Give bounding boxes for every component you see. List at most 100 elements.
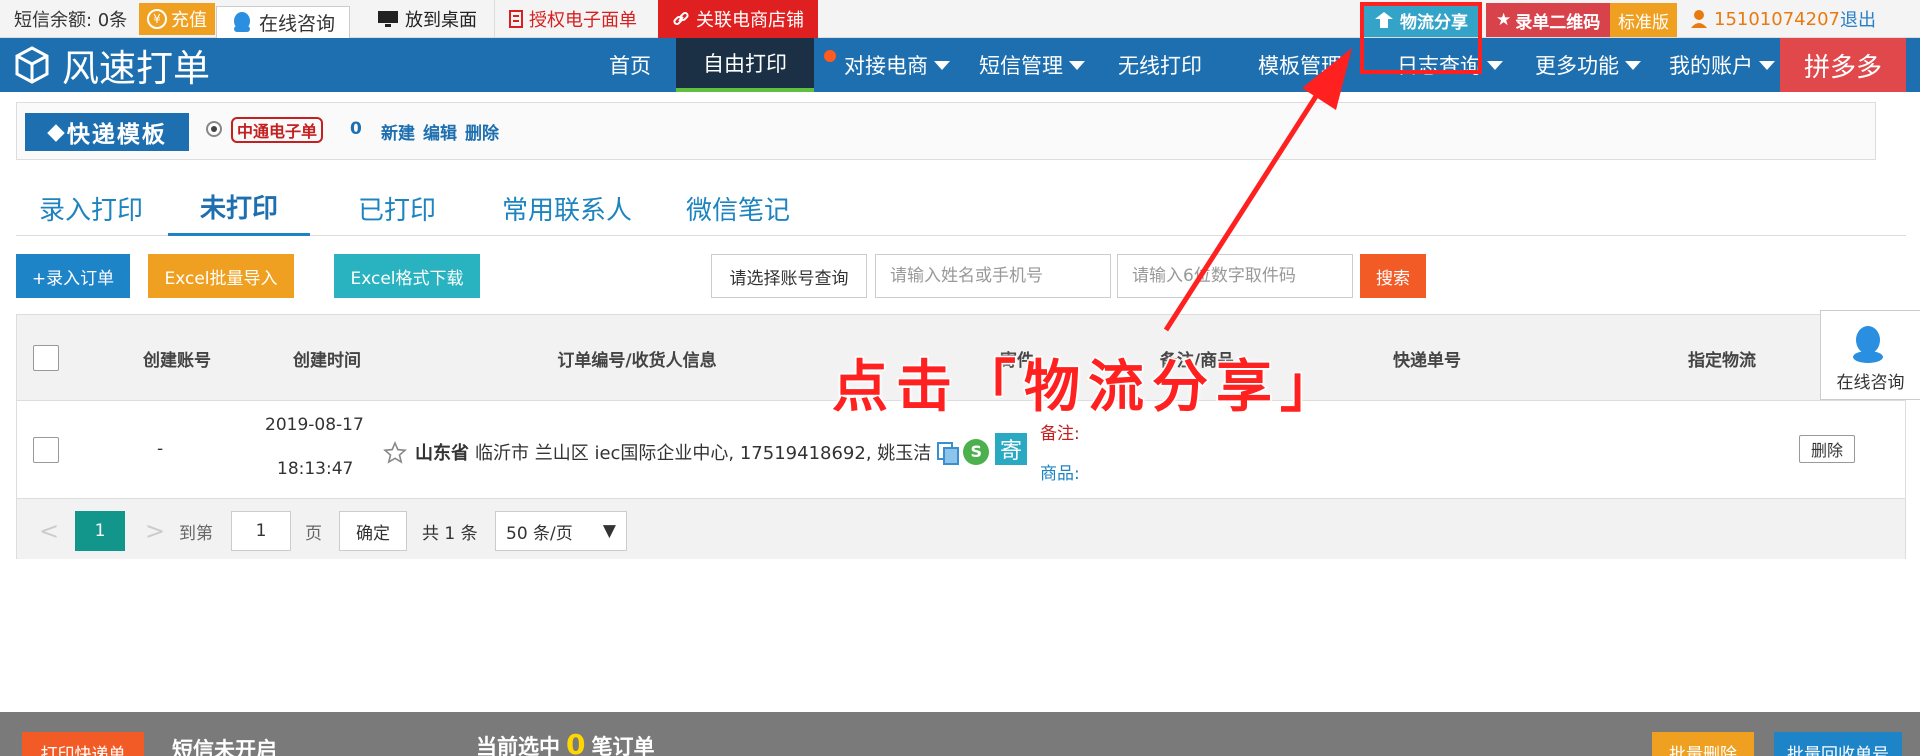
nav-template-label: 模板管理: [1258, 54, 1342, 78]
nav-home[interactable]: 首页: [590, 38, 670, 92]
nav-free-print[interactable]: 自由打印: [676, 38, 814, 92]
nav-more[interactable]: 更多功能: [1528, 38, 1648, 92]
page-unit-label: 页: [305, 523, 322, 544]
total-count: 共 1 条: [422, 523, 478, 544]
pickup-code-input[interactable]: [1117, 254, 1353, 298]
nav-home-label: 首页: [609, 54, 651, 78]
template-count: 0: [350, 119, 362, 139]
current-page[interactable]: 1: [75, 511, 125, 551]
header-tracking-no: 快递单号: [1393, 350, 1461, 371]
nav-log-label: 日志查询: [1397, 54, 1481, 78]
online-consult-label: 在线咨询: [259, 13, 336, 35]
logistics-share-label: 物流分享: [1400, 12, 1468, 33]
header-created-time: 创建时间: [293, 350, 361, 371]
monitor-icon: [378, 11, 398, 27]
header-order-receiver: 订单编号/收货人信息: [557, 350, 717, 371]
nav-account-label: 我的账户: [1669, 54, 1753, 78]
tab-unprinted[interactable]: 未打印: [168, 180, 310, 236]
receiver-province: 山东省: [415, 443, 469, 464]
tab-printed[interactable]: 已打印: [332, 180, 462, 236]
receiver-info: 山东省 临沂市 兰山区 iec国际企业中心, 17519418692, 姚玉洁 …: [415, 439, 990, 465]
batch-recycle-button[interactable]: 批量回收单号: [1774, 732, 1902, 756]
template-radio[interactable]: [206, 121, 222, 137]
next-page-icon[interactable]: >: [145, 511, 165, 551]
nav-ecommerce[interactable]: 对接电商: [836, 38, 958, 92]
copy-icon[interactable]: [937, 442, 960, 465]
auth-eorder-label: 授权电子面单: [529, 10, 637, 31]
row-account: -: [157, 439, 164, 459]
print-waybill-button[interactable]: 打印快递单: [22, 732, 144, 756]
chevron-down-icon: [934, 60, 950, 70]
template-new-link[interactable]: 新建: [381, 119, 415, 144]
page-size-value: 50 条/页: [506, 523, 573, 544]
chevron-down-icon: [1625, 60, 1641, 70]
receiver-address: 临沂市 兰山区 iec国际企业中心, 17519418692, 姚玉洁: [475, 443, 932, 464]
pinduoduo-button[interactable]: 拼多多: [1780, 38, 1906, 92]
name-phone-input[interactable]: [875, 254, 1111, 298]
online-consult-button[interactable]: 在线咨询: [216, 6, 351, 38]
logout-link[interactable]: 退出: [1840, 0, 1876, 38]
page-confirm-button[interactable]: 确定: [339, 511, 407, 551]
row-delete-button[interactable]: 删除: [1799, 435, 1855, 463]
excel-download-button[interactable]: Excel格式下载: [334, 254, 480, 298]
selected-count-text: 当前选中 0 笔订单: [476, 728, 654, 756]
order-qrcode-label: 录单二维码: [1515, 12, 1601, 33]
nav-sms[interactable]: 短信管理: [974, 38, 1090, 92]
excel-import-button[interactable]: Excel批量导入: [148, 254, 294, 298]
annotation-text: 点击「物流分享」: [831, 354, 1344, 422]
nav-account[interactable]: 我的账户: [1666, 38, 1778, 92]
selected-prefix: 当前选中: [476, 735, 560, 756]
recharge-label: 充值: [171, 10, 207, 31]
template-edit-link[interactable]: 编辑: [423, 119, 457, 144]
tab-contacts[interactable]: 常用联系人: [472, 180, 662, 236]
nav-free-print-label: 自由打印: [703, 52, 787, 76]
logistics-share-button[interactable]: 物流分享: [1362, 3, 1480, 37]
add-order-button[interactable]: +录入订单: [16, 254, 130, 298]
star-icon[interactable]: [383, 441, 407, 465]
link-shop-button[interactable]: 关联电商店铺: [658, 0, 818, 38]
search-button[interactable]: 搜索: [1360, 254, 1426, 298]
user-phone: 15101074207: [1714, 8, 1840, 30]
nav-log[interactable]: 日志查询: [1390, 38, 1510, 92]
page-size-select[interactable]: 50 条/页 ▼: [495, 511, 627, 551]
row-time: 18:13:47: [277, 459, 354, 479]
template-panel: ◆ 快递模板 中通电子单 0 新建 编辑 删除: [16, 102, 1876, 160]
send-to-desktop-button[interactable]: 放到桌面: [363, 0, 491, 38]
coin-icon: ¥: [147, 9, 167, 29]
send-to-desktop-label: 放到桌面: [405, 10, 477, 31]
main-nav: 风速打单 首页 自由打印 对接电商 短信管理 无线打印 模板管理 日志查询 更多…: [0, 38, 1920, 92]
prev-page-icon[interactable]: <: [39, 511, 59, 551]
nav-wireless-print[interactable]: 无线打印: [1110, 38, 1210, 92]
account-query-select[interactable]: 请选择账号查询: [711, 254, 867, 298]
pagination: < 1 > 到第 1 页 确定 共 1 条 50 条/页 ▼: [17, 499, 1905, 559]
top-info-bar: 短信余额: 0条 ¥ 充值 在线咨询 放到桌面 授权电子面单 关联电商店铺 物流…: [0, 0, 1920, 38]
sms-status: 短信未开启: [172, 738, 277, 756]
header-logistics: 指定物流: [1688, 350, 1756, 371]
notification-dot: [824, 50, 836, 62]
tab-entry-print[interactable]: 录入打印: [16, 180, 166, 236]
order-qrcode-button[interactable]: ★ 录单二维码: [1486, 3, 1611, 37]
selected-template[interactable]: 中通电子单: [231, 117, 324, 143]
edition-badge: 标准版: [1610, 3, 1677, 37]
selected-suffix: 笔订单: [591, 735, 655, 756]
link-icon[interactable]: S: [963, 439, 990, 465]
nav-ecommerce-label: 对接电商: [844, 54, 928, 78]
caret-down-icon: ▼: [602, 521, 616, 541]
floating-consult-button[interactable]: 在线咨询: [1820, 310, 1920, 400]
send-badge[interactable]: 寄: [995, 433, 1027, 465]
auth-eorder-link[interactable]: 授权电子面单: [494, 0, 651, 38]
document-icon: [509, 10, 523, 28]
page-jump-input[interactable]: 1: [231, 511, 291, 551]
template-delete-link[interactable]: 删除: [465, 119, 499, 144]
recharge-button[interactable]: ¥ 充值: [139, 3, 215, 35]
header-account: 创建账号: [143, 350, 211, 371]
batch-delete-button[interactable]: 批量删除: [1652, 732, 1754, 756]
tab-wechat-notes[interactable]: 微信笔记: [656, 180, 820, 236]
user-account[interactable]: 15101074207: [1690, 0, 1840, 38]
nav-template[interactable]: 模板管理: [1250, 38, 1350, 92]
selected-count: 0: [566, 728, 586, 756]
logo[interactable]: 风速打单: [14, 38, 210, 92]
row-checkbox[interactable]: [33, 437, 59, 463]
select-all-checkbox[interactable]: [33, 345, 59, 371]
nav-wireless-print-label: 无线打印: [1118, 54, 1202, 78]
